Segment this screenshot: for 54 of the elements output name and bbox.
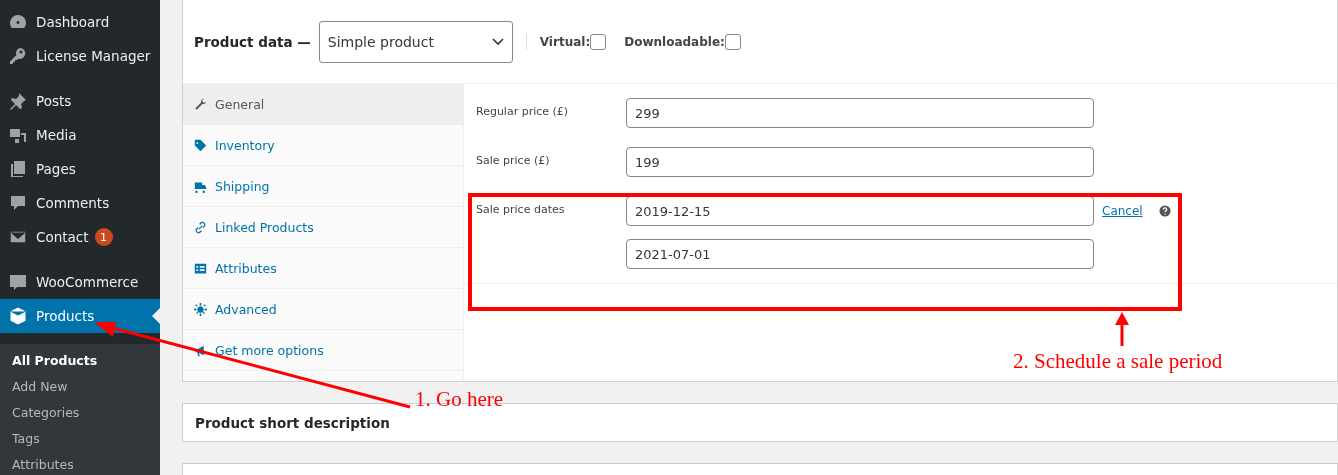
checkbox-label: Virtual: <box>539 34 591 49</box>
arrow <box>1114 312 1130 346</box>
tab[interactable]: Shipping <box>183 166 463 207</box>
checkbox-label: Downloadable: <box>624 34 725 49</box>
annotation-text: 2. Schedule a sale period <box>1013 349 1223 374</box>
sidebar-item[interactable]: WooCommerce <box>0 265 160 299</box>
sidebar-item[interactable]: Comments <box>0 186 160 220</box>
field-label: Regular price (£) <box>476 104 570 120</box>
cancel-link[interactable]: Cancel <box>1102 204 1143 218</box>
submenu-item[interactable]: Add New <box>0 374 160 400</box>
pin-icon <box>8 91 28 111</box>
megaphone-icon <box>194 343 207 357</box>
box-icon <box>8 306 28 326</box>
tag-icon <box>194 138 207 152</box>
comment-icon <box>8 193 28 213</box>
truck-icon <box>194 179 207 193</box>
sidebar-item[interactable]: Posts <box>0 84 160 118</box>
text-input[interactable]: 2021-07-01 <box>626 239 1094 269</box>
sidebar-item[interactable]: Pages <box>0 152 160 186</box>
panel-title: Product data — <box>194 33 311 50</box>
tab[interactable]: General <box>183 84 463 125</box>
key-icon <box>8 46 28 66</box>
product-type-select[interactable]: Simple product <box>318 20 513 63</box>
pages-icon <box>8 159 28 179</box>
field-label: Sale price (£) <box>476 153 551 169</box>
submenu-item[interactable]: Attributes <box>0 452 160 475</box>
panel-title: Product short description <box>195 414 390 431</box>
submenu-item[interactable]: Tags <box>0 426 160 452</box>
field-label: Sale price dates <box>476 202 566 218</box>
sidebar-item[interactable]: Contact 1 <box>0 220 160 254</box>
submenu-item[interactable]: All Products <box>0 348 160 374</box>
checkbox[interactable] <box>724 33 741 50</box>
checkbox[interactable] <box>590 33 607 50</box>
sidebar-item[interactable]: Dashboard <box>0 5 160 39</box>
text-input[interactable]: 2019-12-15 <box>626 196 1094 226</box>
text-input[interactable]: 299 <box>626 98 1094 128</box>
chevron-down-icon <box>491 37 504 46</box>
tab[interactable]: Advanced <box>183 289 463 330</box>
tab[interactable]: Linked Products <box>183 207 463 248</box>
sidebar-item[interactable]: License Manager <box>0 39 160 73</box>
list-icon <box>194 261 207 275</box>
tab[interactable]: Inventory <box>183 125 463 166</box>
link-icon <box>194 220 207 234</box>
notification-badge: 1 <box>94 228 113 246</box>
annotation-text: 1. Go here <box>415 387 504 412</box>
sidebar-item[interactable]: Products <box>0 299 160 333</box>
submenu-item[interactable]: Categories <box>0 400 160 426</box>
sidebar-item[interactable]: Media <box>0 118 160 152</box>
wrench-icon <box>194 97 207 111</box>
help-icon[interactable] <box>1158 205 1171 217</box>
tab[interactable]: Attributes <box>183 248 463 289</box>
tab[interactable]: Get more options <box>183 330 463 371</box>
text-input[interactable]: 199 <box>626 147 1094 177</box>
gear-icon <box>194 302 207 316</box>
